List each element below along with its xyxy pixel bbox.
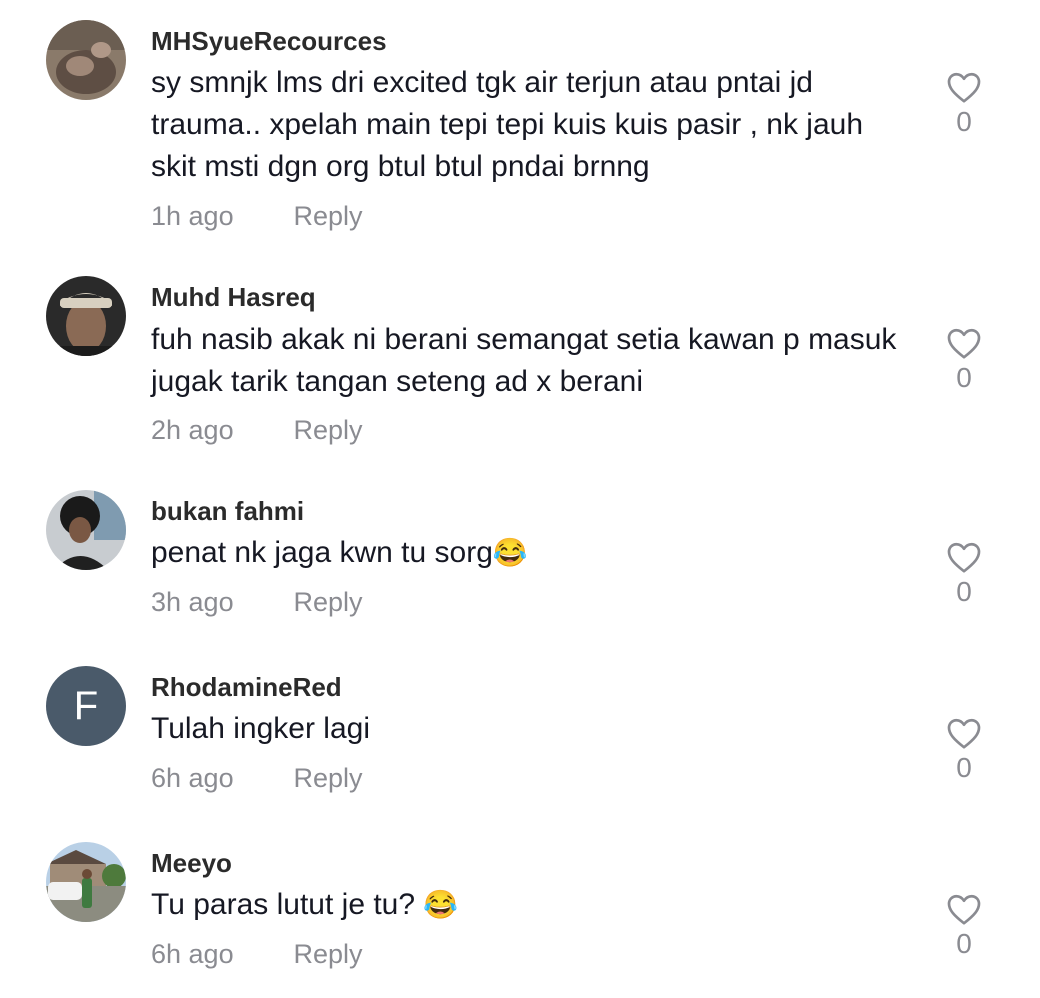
like-button[interactable]: 0 (940, 326, 988, 394)
comment-meta: 1h ago Reply (151, 201, 363, 232)
reply-button[interactable]: Reply (294, 939, 363, 969)
reply-button[interactable]: Reply (294, 587, 363, 617)
like-count: 0 (956, 106, 972, 137)
like-count: 0 (956, 362, 972, 393)
comment-time: 1h ago (151, 201, 234, 231)
comment-meta: 6h ago Reply (151, 763, 363, 794)
heart-icon (947, 894, 981, 925)
comment-time: 6h ago (151, 763, 234, 793)
comment-time: 2h ago (151, 415, 234, 445)
laughing-emoji-icon: 😂 (423, 889, 459, 920)
comment-text-body: Tu paras lutut je tu? (151, 888, 424, 921)
reply-button[interactable]: Reply (294, 763, 363, 793)
avatar[interactable] (46, 20, 126, 100)
reply-button[interactable]: Reply (294, 415, 363, 445)
comment-text: penat nk jaga kwn tu sorg😂 (151, 532, 911, 574)
comment-username[interactable]: Muhd Hasreq (151, 282, 316, 313)
avatar-letter: F (73, 683, 99, 728)
avatar[interactable]: F (46, 666, 126, 746)
heart-icon (947, 542, 981, 573)
like-button[interactable]: 0 (940, 716, 988, 784)
comment-meta: 3h ago Reply (151, 587, 363, 618)
comment-username[interactable]: Meeyo (151, 848, 232, 879)
comment-text: Tulah ingker lagi (151, 712, 371, 745)
comment-meta: 6h ago Reply (151, 939, 363, 970)
avatar[interactable] (46, 842, 126, 922)
avatar[interactable] (46, 276, 126, 356)
comment-time: 6h ago (151, 939, 234, 969)
comment-meta: 2h ago Reply (151, 415, 363, 446)
comment-username[interactable]: RhodamineRed (151, 672, 342, 703)
comment-text: fuh nasib akak ni berani semangat setia … (151, 323, 897, 398)
like-count: 0 (956, 752, 972, 783)
like-button[interactable]: 0 (940, 540, 988, 608)
heart-icon (947, 328, 981, 359)
reply-button[interactable]: Reply (294, 201, 363, 231)
comment-text: Tu paras lutut je tu? 😂 (151, 884, 911, 926)
avatar[interactable] (46, 490, 126, 570)
comment-username[interactable]: bukan fahmi (151, 496, 304, 527)
like-count: 0 (956, 928, 972, 959)
like-count: 0 (956, 576, 972, 607)
comment-text: sy smnjk lms dri excited tgk air terjun … (151, 66, 864, 183)
comment-text-body: penat nk jaga kwn tu sorg (151, 536, 493, 569)
comment-username[interactable]: MHSyueRecources (151, 26, 387, 57)
laughing-emoji-icon: 😂 (492, 537, 528, 568)
heart-icon (947, 718, 981, 749)
comment-time: 3h ago (151, 587, 234, 617)
heart-icon (947, 72, 981, 103)
like-button[interactable]: 0 (940, 70, 988, 138)
like-button[interactable]: 0 (940, 892, 988, 960)
